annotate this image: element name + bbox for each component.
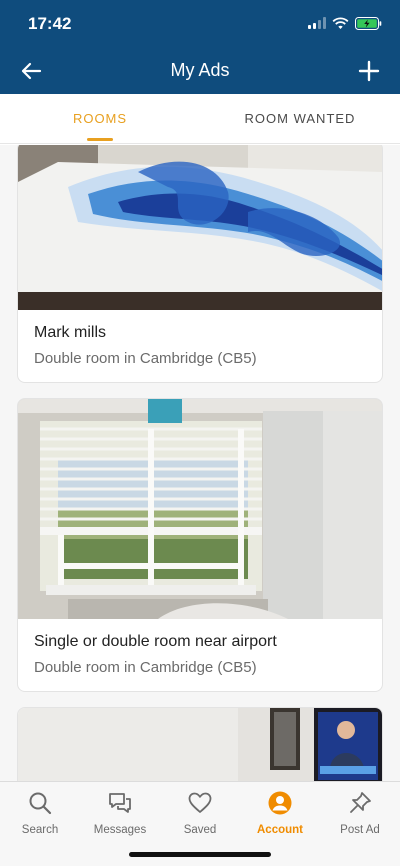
active-tab-indicator <box>87 138 113 141</box>
nav-label-search: Search <box>21 824 59 836</box>
nav-search[interactable]: Search <box>0 788 80 840</box>
ad-subtitle: Double room in Cambridge (CB5) <box>34 659 257 676</box>
ad-title: Single or double room near airport <box>34 633 277 650</box>
nav-label-saved: Saved <box>183 824 217 836</box>
nav-account[interactable]: Account <box>240 788 320 840</box>
wifi-icon <box>332 17 349 29</box>
status-icons <box>308 14 382 32</box>
nav-row: My Ads <box>0 48 400 94</box>
messages-icon <box>109 793 131 813</box>
status-time: 17:42 <box>28 14 72 33</box>
page-title: My Ads <box>170 60 230 80</box>
tab-rooms[interactable]: ROOMS <box>0 94 200 144</box>
nav-label-post-ad: Post Ad <box>340 824 380 836</box>
ad-photo-bedroom <box>18 145 382 310</box>
account-icon <box>268 791 292 815</box>
nav-messages[interactable]: Messages <box>80 788 160 840</box>
nav-label-account: Account <box>257 824 303 836</box>
ad-card[interactable] <box>17 707 383 781</box>
tab-room-wanted[interactable]: ROOM WANTED <box>200 94 400 144</box>
ad-card-body: Single or double room near airport Doubl… <box>18 619 382 691</box>
ads-list[interactable]: Mark mills Double room in Cambridge (CB5… <box>0 145 400 781</box>
ad-photo-tv-room <box>18 708 382 781</box>
heart-icon <box>188 792 212 813</box>
home-indicator <box>129 852 271 857</box>
nav-saved[interactable]: Saved <box>160 788 240 840</box>
ad-card[interactable]: Single or double room near airport Doubl… <box>17 398 383 692</box>
nav-post-ad[interactable]: Post Ad <box>320 788 400 840</box>
pin-icon <box>350 792 371 813</box>
battery-icon <box>355 16 382 30</box>
ad-subtitle: Double room in Cambridge (CB5) <box>34 350 257 367</box>
status-bar: 17:42 <box>0 0 400 46</box>
ad-title: Mark mills <box>34 324 106 341</box>
plus-icon <box>358 60 380 82</box>
ad-photo-window-room <box>18 399 382 619</box>
nav-label-messages: Messages <box>93 824 147 836</box>
search-icon <box>29 792 52 815</box>
ad-card-body: Mark mills Double room in Cambridge (CB5… <box>18 310 382 382</box>
signal-icon <box>308 17 326 29</box>
add-ad-button[interactable] <box>354 56 384 86</box>
tab-bar: ROOMS ROOM WANTED <box>0 94 400 144</box>
app-header: 17:42 My Ads <box>0 0 400 94</box>
ad-card[interactable]: Mark mills Double room in Cambridge (CB5… <box>17 145 383 383</box>
